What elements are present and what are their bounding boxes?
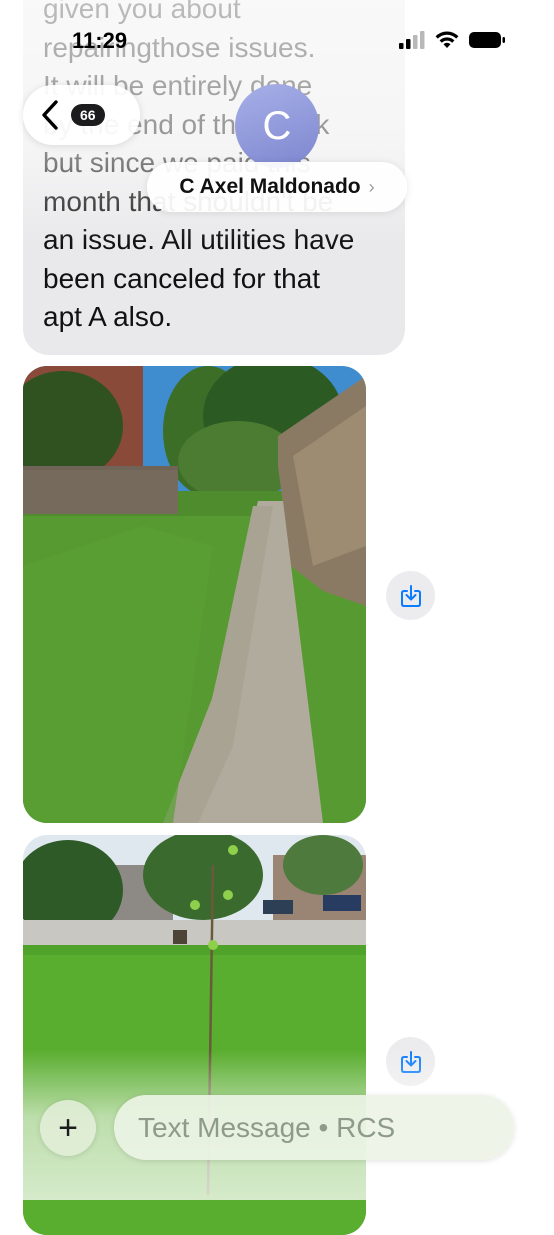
back-button[interactable]: 66	[23, 85, 140, 145]
contact-name: C Axel Maldonado	[179, 175, 361, 198]
add-attachment-button[interactable]: +	[40, 1100, 96, 1156]
unread-count-badge: 66	[71, 104, 105, 126]
contact-avatar[interactable]: C	[235, 84, 319, 168]
contact-name-button[interactable]: C Axel Maldonado ›	[147, 162, 407, 212]
cellular-signal-icon	[399, 31, 425, 49]
message-line: been canceled for that	[43, 262, 321, 294]
message-line: given you about	[43, 0, 241, 24]
message-compose-bar[interactable]	[114, 1095, 514, 1160]
save-image-button[interactable]	[386, 571, 435, 620]
message-line: apt A also.	[43, 301, 173, 332]
battery-icon	[469, 32, 505, 48]
message-line: an issue. All utilities have	[43, 224, 355, 255]
chevron-left-icon	[42, 100, 58, 130]
status-icons	[398, 30, 506, 50]
chevron-right-icon: ›	[368, 176, 375, 197]
image-attachment[interactable]	[23, 366, 366, 823]
message-input[interactable]	[136, 1110, 501, 1145]
backyard-walkway-photo	[23, 366, 366, 823]
wifi-icon	[435, 31, 459, 48]
status-time: 11:29	[72, 28, 128, 53]
download-icon	[400, 584, 421, 607]
